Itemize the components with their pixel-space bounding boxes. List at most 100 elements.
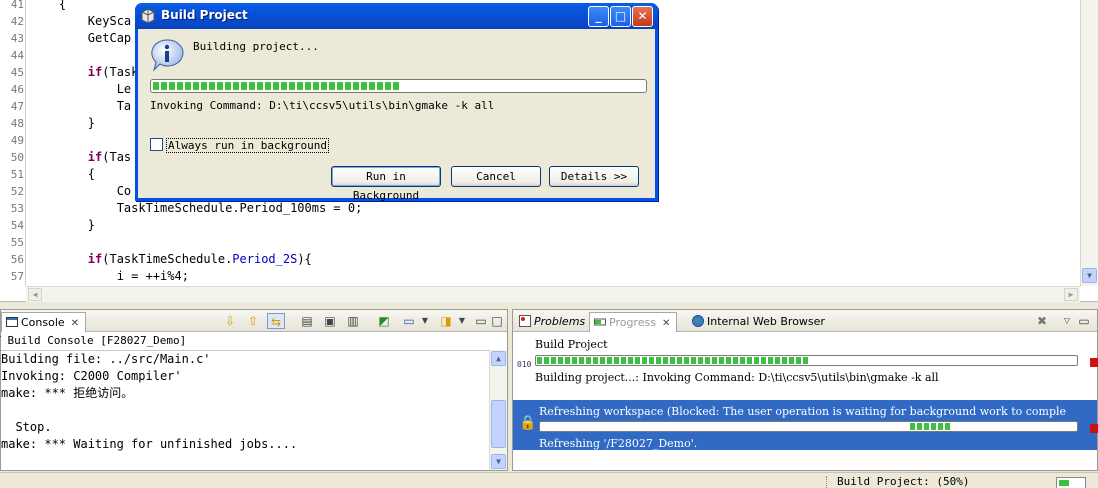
details-button[interactable]: Details >> — [549, 166, 639, 187]
app-icon — [140, 8, 156, 24]
progress-job-refresh[interactable]: 🔒 Refreshing workspace (Blocked: The use… — [513, 400, 1098, 450]
code-text: Le — [30, 82, 132, 96]
tab-progress[interactable]: Progress ✕ — [589, 312, 678, 332]
chevron-down-icon[interactable]: ▼ — [453, 313, 471, 329]
line-number: 46 — [10, 83, 24, 96]
close-icon[interactable]: ✕ — [662, 318, 670, 329]
copy-build-log-icon[interactable]: ▤ — [298, 313, 316, 329]
scroll-lock-up-icon[interactable]: ⇧ — [244, 313, 262, 329]
checkbox-box[interactable] — [150, 138, 163, 151]
code-text: Co — [30, 184, 132, 198]
scroll-down-icon[interactable]: ▼ — [491, 454, 506, 469]
close-button[interactable]: ✕ — [632, 6, 653, 27]
scroll-lock-down-icon[interactable]: ⇩ — [221, 313, 239, 329]
line-number: 53 — [10, 202, 24, 215]
status-bar: Build Project: (50%) — [0, 472, 1098, 488]
progress-icon — [594, 315, 606, 327]
code-line: 54 } — [0, 217, 1080, 234]
job-detail: Building project...: Invoking Command: D… — [535, 371, 939, 384]
console-line: Invoking: C2000 Compiler' — [1, 369, 182, 383]
job-detail: Refreshing '/F28027_Demo'. — [539, 437, 698, 450]
editor-vertical-scrollbar[interactable]: ▼ — [1080, 0, 1098, 286]
progress-job-build: 010 Build Project Building project...: I… — [513, 334, 1098, 394]
stop-icon[interactable] — [1090, 358, 1098, 367]
progress-view: Problems Progress ✕ Internal Web Browser … — [512, 309, 1098, 471]
minimize-icon[interactable]: ▭ — [1075, 313, 1093, 329]
line-number: 54 — [10, 219, 24, 232]
chevron-down-icon[interactable]: ▼ — [416, 313, 434, 329]
scrollbar-thumb[interactable] — [491, 400, 506, 448]
line-number: 52 — [10, 185, 24, 198]
line-number: 56 — [10, 253, 24, 266]
tab-internal-web-browser[interactable]: Internal Web Browser — [688, 312, 831, 332]
dialog-titlebar[interactable]: Build Project _ □ ✕ — [135, 3, 658, 29]
console-view: Console ✕ ⇩ ⇧ ⇆ ▤ ▣ ▥ ◩ ▭ ▼ ◨ ▼ ▭ □ CDT B… — [0, 309, 508, 471]
stop-icon[interactable] — [1090, 424, 1098, 433]
open-console-icon[interactable]: ◩ — [375, 313, 393, 329]
problems-icon — [519, 314, 531, 327]
line-number: 47 — [10, 100, 24, 113]
tab-console-label: Console — [21, 316, 65, 329]
status-progress-indicator[interactable] — [1056, 477, 1086, 488]
dialog-command: Invoking Command: D:\ti\ccsv5\utils\bin\… — [150, 99, 495, 112]
maximize-button[interactable]: □ — [610, 6, 631, 27]
console-icon — [6, 315, 18, 327]
indeterminate-segment — [910, 423, 950, 430]
code-line: 57 i = ++i%4; — [0, 268, 1080, 285]
code-text: } — [30, 218, 96, 232]
close-icon[interactable]: ✕ — [71, 318, 79, 329]
line-number: 55 — [10, 236, 24, 249]
pin-console-icon[interactable]: ▣ — [321, 313, 339, 329]
status-text[interactable]: Build Project: (50%) — [837, 475, 969, 488]
scroll-down-icon[interactable]: ▼ — [1082, 268, 1097, 283]
code-line: 56 if(TaskTimeSchedule.Period_2S){ — [0, 251, 1080, 268]
clear-console-icon[interactable]: ▥ — [344, 313, 362, 329]
job-progress-bar — [539, 421, 1078, 432]
scroll-up-icon[interactable]: ▲ — [491, 351, 506, 366]
tab-console[interactable]: Console ✕ — [1, 312, 87, 332]
code-text: i = ++i%4; — [30, 269, 189, 283]
maximize-icon[interactable]: □ — [488, 313, 506, 329]
scroll-left-icon[interactable]: ◀ — [28, 288, 42, 301]
dialog-progress-bar — [150, 79, 647, 93]
scroll-right-icon[interactable]: ▶ — [1064, 288, 1078, 301]
line-number: 42 — [10, 15, 24, 28]
console-line: Building file: ../src/Main.c' — [1, 352, 211, 366]
line-number: 43 — [10, 32, 24, 45]
tab-problems-label: Problems — [534, 315, 586, 328]
line-number: 48 — [10, 117, 24, 130]
console-scrollbar[interactable]: ▲ ▼ — [489, 350, 507, 470]
tab-problems[interactable]: Problems — [515, 312, 591, 332]
console-line: make: *** 拒绝访问。 — [1, 386, 134, 400]
line-number: 49 — [10, 134, 24, 147]
view-menu-icon[interactable]: ▽ — [1058, 313, 1076, 329]
checkbox-label[interactable]: Always run in background — [166, 138, 329, 153]
progress-tabbar: Problems Progress ✕ Internal Web Browser … — [513, 310, 1097, 332]
code-text: if(Task — [87, 65, 139, 79]
word-wrap-icon[interactable]: ⇆ — [267, 313, 285, 329]
build-project-dialog: Build Project _ □ ✕ Building project... … — [135, 3, 658, 202]
line-number: 41 — [10, 0, 24, 11]
code-text: if(Tas — [87, 150, 132, 164]
job-icon: 010 — [517, 360, 532, 369]
code-text: Ta — [30, 99, 132, 113]
code-line: 55 — [0, 234, 1080, 251]
code-text: GetCap — [30, 31, 132, 45]
code-text: { — [30, 167, 96, 181]
cancel-button[interactable]: Cancel — [451, 166, 541, 187]
remove-all-finished-icon[interactable]: ✖ — [1033, 313, 1051, 329]
editor-horizontal-scrollbar[interactable]: ◀ ▶ — [26, 286, 1080, 302]
globe-icon — [692, 314, 704, 327]
dialog-title: Build Project — [161, 8, 248, 22]
info-icon — [151, 39, 184, 72]
console-output[interactable]: Building file: ../src/Main.c' Invoking: C… — [1, 350, 489, 470]
code-line: 53 TaskTimeSchedule.Period_100ms = 0; — [0, 200, 1080, 217]
job-title: Build Project — [535, 338, 608, 351]
console-line: Stop. — [1, 420, 52, 434]
dialog-message: Building project... — [193, 40, 319, 53]
line-number: 51 — [10, 168, 24, 181]
run-in-background-button[interactable]: Run in Background — [331, 166, 441, 202]
code-text: TaskTimeSchedule.Period_100ms = 0; — [30, 201, 363, 215]
minimize-button[interactable]: _ — [588, 6, 609, 27]
line-number: 44 — [10, 49, 24, 62]
